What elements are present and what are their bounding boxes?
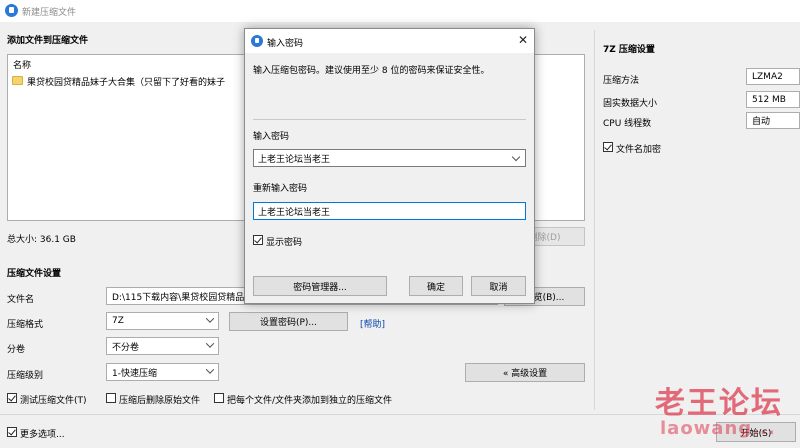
password-dialog: 输入密码 ✕ 输入压缩包密码。建议使用至少 8 位的密码来保证安全性。 输入密码… — [244, 28, 535, 304]
checkbox-icon[interactable] — [7, 393, 17, 403]
set-password-button[interactable]: 设置密码(P)... — [229, 312, 348, 331]
split-select[interactable]: 不分卷 — [106, 337, 219, 355]
test-archive-label: 测试压缩文件(T) — [20, 396, 87, 406]
chevron-down-icon — [205, 339, 215, 348]
format-settings-panel: 7Z 压缩设置 压缩方法 LZMA2 固实数据大小 512 MB CPU 线程数… — [594, 30, 800, 410]
threads-label: CPU 线程数 — [603, 119, 652, 129]
window-title: 新建压缩文件 — [22, 8, 77, 18]
chevron-down-icon — [205, 365, 215, 374]
checkbox-icon[interactable] — [253, 235, 263, 245]
cancel-button[interactable]: 取消 — [471, 276, 526, 296]
more-options-option[interactable]: 更多选项... — [7, 427, 87, 440]
ok-button[interactable]: 确定 — [409, 276, 463, 296]
checkbox-icon[interactable] — [603, 142, 613, 152]
separate-archives-option[interactable]: 把每个文件/文件夹添加到独立的压缩文件 — [214, 393, 414, 406]
level-value: 1-快速压缩 — [112, 368, 157, 379]
dialog-description: 输入压缩包密码。建议使用至少 8 位的密码来保证安全性。 — [253, 66, 490, 76]
checkbox-icon[interactable] — [7, 427, 17, 437]
solid-size-select[interactable]: 512 MB — [746, 91, 800, 108]
checkbox-icon[interactable] — [214, 393, 224, 403]
format-value: 7Z — [112, 316, 124, 326]
chevron-down-icon — [205, 314, 215, 323]
password-field[interactable]: 上老王论坛当老王 — [253, 149, 526, 167]
confirm-password-field[interactable]: 上老王论坛当老王 — [253, 202, 526, 220]
dialog-divider — [253, 119, 526, 120]
list-item-label: 果贷校园贷精品妹子大合集（只留下了好看的妹子 — [27, 78, 226, 88]
split-label: 分卷 — [7, 345, 26, 355]
more-options-label: 更多选项... — [20, 430, 65, 440]
test-archive-option[interactable]: 测试压缩文件(T) — [7, 393, 107, 406]
show-password-label: 显示密码 — [266, 238, 303, 248]
files-section-title: 添加文件到压缩文件 — [7, 36, 89, 46]
column-header-name[interactable]: 名称 — [13, 58, 31, 71]
app-icon — [5, 4, 18, 17]
level-select[interactable]: 1-快速压缩 — [106, 363, 219, 381]
dialog-titlebar: 输入密码 ✕ — [245, 29, 534, 53]
dialog-title: 输入密码 — [267, 39, 304, 49]
filename-label: 文件名 — [7, 295, 35, 305]
help-link[interactable]: [帮助] — [360, 317, 385, 330]
encrypt-names-option[interactable]: 文件名加密 — [603, 142, 693, 155]
show-password-option[interactable]: 显示密码 — [253, 235, 333, 248]
password-value: 上老王论坛当老王 — [258, 154, 331, 165]
separate-archives-label: 把每个文件/文件夹添加到独立的压缩文件 — [227, 396, 393, 406]
advanced-settings-button[interactable]: « 高级设置 — [465, 363, 585, 382]
solid-size-label: 固实数据大小 — [603, 99, 658, 109]
format-label: 压缩格式 — [7, 320, 44, 330]
split-value: 不分卷 — [112, 342, 140, 353]
close-icon[interactable]: ✕ — [515, 32, 531, 48]
method-label: 压缩方法 — [603, 76, 640, 86]
settings-section-title: 压缩文件设置 — [7, 269, 62, 279]
confirm-password-label: 重新输入密码 — [253, 184, 308, 194]
total-size: 总大小: 36.1 GB — [7, 235, 76, 245]
watermark-text: 老王论坛 — [655, 386, 783, 421]
delete-after-option[interactable]: 压缩后删除原始文件 — [106, 393, 216, 406]
window-titlebar: 新建压缩文件 — [0, 0, 800, 22]
delete-after-label: 压缩后删除原始文件 — [119, 396, 201, 406]
right-panel-title: 7Z 压缩设置 — [603, 45, 655, 55]
watermark-url: laowang... — [660, 418, 776, 439]
method-select[interactable]: LZMA2 — [746, 68, 800, 85]
level-label: 压缩级别 — [7, 371, 44, 381]
encrypt-names-label: 文件名加密 — [616, 145, 662, 155]
format-select[interactable]: 7Z — [106, 312, 219, 330]
password-label: 输入密码 — [253, 132, 290, 142]
folder-icon — [12, 76, 23, 85]
app-icon — [251, 35, 263, 47]
password-manager-button[interactable]: 密码管理器... — [253, 276, 387, 296]
checkbox-icon[interactable] — [106, 393, 116, 403]
confirm-password-value: 上老王论坛当老王 — [258, 207, 331, 218]
chevron-down-icon[interactable] — [511, 152, 521, 162]
threads-select[interactable]: 自动 — [746, 112, 800, 129]
